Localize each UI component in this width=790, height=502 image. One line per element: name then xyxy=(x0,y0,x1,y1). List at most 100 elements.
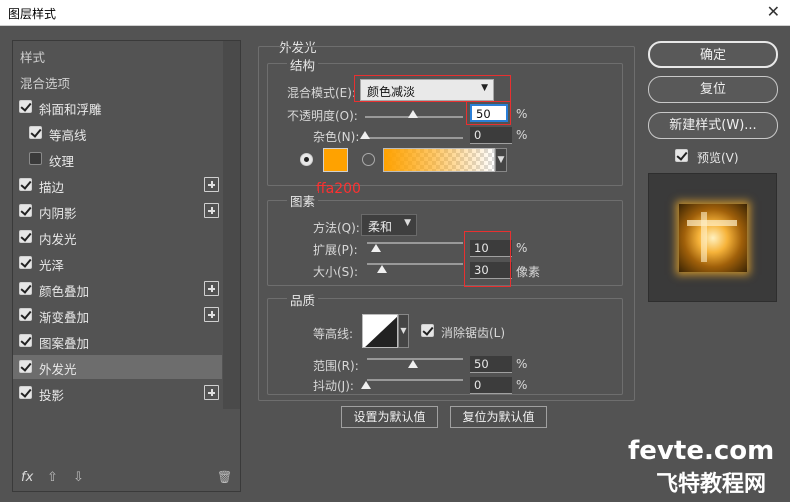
spread-slider-track[interactable] xyxy=(367,242,463,244)
style-item-label: 纹理 xyxy=(49,154,75,169)
blend-mode-label: 混合模式(E): xyxy=(287,86,356,100)
gradient-preview[interactable] xyxy=(383,148,495,172)
highlight-annotation xyxy=(464,231,511,287)
style-item-label: 图案叠加 xyxy=(39,336,90,351)
style-item-pattern-overlay[interactable]: 图案叠加 xyxy=(13,329,234,353)
style-item-label: 斜面和浮雕 xyxy=(39,102,102,117)
range-label: 范围(R): xyxy=(313,359,359,373)
preview-checkbox[interactable] xyxy=(675,149,688,162)
jitter-input[interactable]: 0 xyxy=(470,377,512,394)
satin-checkbox[interactable] xyxy=(19,256,32,269)
style-preview-thumbnail xyxy=(648,173,777,302)
style-item-label: 描边 xyxy=(39,180,65,195)
style-item-texture[interactable]: 纹理 xyxy=(13,147,234,171)
style-item-inner-shadow[interactable]: 内阴影 xyxy=(13,199,234,223)
jitter-slider-thumb[interactable] xyxy=(361,381,371,389)
reset-button[interactable]: 复位 xyxy=(648,76,778,103)
opacity-label: 不透明度(O): xyxy=(287,109,358,123)
drop-shadow-checkbox[interactable] xyxy=(19,386,32,399)
close-icon[interactable]: ✕ xyxy=(767,2,780,21)
title-bar: 图层样式 ✕ xyxy=(0,0,790,26)
size-unit: 像素 xyxy=(516,265,541,279)
highlight-annotation xyxy=(466,101,511,125)
add-inner-shadow-icon[interactable] xyxy=(204,203,219,218)
add-stroke-icon[interactable] xyxy=(204,177,219,192)
add-gradient-overlay-icon[interactable] xyxy=(204,307,219,322)
gradient-radio[interactable] xyxy=(362,153,375,166)
fx-icon[interactable]: fx xyxy=(21,470,33,485)
size-slider-thumb[interactable] xyxy=(377,265,387,273)
pattern-overlay-checkbox[interactable] xyxy=(19,334,32,347)
stroke-checkbox[interactable] xyxy=(19,178,32,191)
noise-input[interactable]: 0 xyxy=(470,127,512,144)
spread-label: 扩展(P): xyxy=(313,243,358,257)
glow-color-swatch[interactable] xyxy=(323,148,348,172)
style-item-color-overlay[interactable]: 颜色叠加 xyxy=(13,277,234,301)
style-item-satin[interactable]: 光泽 xyxy=(13,251,234,275)
ok-button[interactable]: 确定 xyxy=(648,41,778,68)
preview-glow-image xyxy=(679,204,747,272)
style-item-contour[interactable]: 等高线 xyxy=(13,121,234,145)
jitter-unit: % xyxy=(516,378,528,392)
range-slider-thumb[interactable] xyxy=(408,360,418,368)
method-label: 方法(Q): xyxy=(313,221,360,235)
noise-slider-track[interactable] xyxy=(365,137,463,139)
style-item-label: 内发光 xyxy=(39,232,77,247)
spread-unit: % xyxy=(516,241,528,255)
style-item-label: 光泽 xyxy=(39,258,65,273)
style-item-label: 投影 xyxy=(39,388,65,403)
contour-preview[interactable] xyxy=(362,314,398,348)
bevel-emboss-checkbox[interactable] xyxy=(19,100,32,113)
new-style-button[interactable]: 新建样式(W)... xyxy=(648,112,778,139)
add-drop-shadow-icon[interactable] xyxy=(204,385,219,400)
opacity-slider-thumb[interactable] xyxy=(408,110,418,118)
styles-list-footer: fx ⇧ ⇩ 🗑 xyxy=(13,466,241,492)
watermark-site-name: 飞特教程网 xyxy=(656,472,767,497)
style-item-label: 外发光 xyxy=(39,362,77,377)
style-item-inner-glow[interactable]: 内发光 xyxy=(13,225,234,249)
jitter-slider-track[interactable] xyxy=(367,379,463,381)
style-item-gradient-overlay[interactable]: 渐变叠加 xyxy=(13,303,234,327)
style-item-label: 颜色叠加 xyxy=(39,284,90,299)
gradient-overlay-checkbox[interactable] xyxy=(19,308,32,321)
highlight-annotation xyxy=(354,75,511,102)
solid-color-radio[interactable] xyxy=(300,153,313,166)
reset-default-button[interactable]: 复位为默认值 xyxy=(450,406,547,428)
inner-shadow-checkbox[interactable] xyxy=(19,204,32,217)
style-item-bevel-emboss[interactable]: 斜面和浮雕 xyxy=(13,95,234,119)
chevron-down-icon: ▼ xyxy=(404,218,411,228)
move-down-icon[interactable]: ⇩ xyxy=(73,470,84,485)
trash-icon[interactable]: 🗑 xyxy=(217,470,232,484)
range-input[interactable]: 50 xyxy=(470,356,512,373)
style-item-stroke[interactable]: 描边 xyxy=(13,173,234,197)
preview-label: 预览(V) xyxy=(697,151,739,165)
elements-title: 图素 xyxy=(287,191,319,210)
jitter-label: 抖动(J): xyxy=(313,379,354,393)
add-color-overlay-icon[interactable] xyxy=(204,281,219,296)
contour-checkbox[interactable] xyxy=(29,126,42,139)
move-up-icon[interactable]: ⇧ xyxy=(47,470,58,485)
gradient-dropdown-chevron-icon[interactable]: ▼ xyxy=(495,148,507,172)
blend-options-label: 混合选项 xyxy=(20,76,71,91)
style-item-label: 渐变叠加 xyxy=(39,310,90,325)
structure-title: 结构 xyxy=(287,55,319,74)
noise-slider-thumb[interactable] xyxy=(360,131,370,139)
blend-options-item[interactable]: 混合选项 xyxy=(13,69,234,93)
method-dropdown[interactable]: 柔和 ▼ xyxy=(361,214,417,236)
outer-glow-checkbox[interactable] xyxy=(19,360,32,373)
color-annotation: ffa200 xyxy=(316,181,361,197)
styles-header[interactable]: 样式 xyxy=(13,43,234,67)
noise-label: 杂色(N): xyxy=(313,130,360,144)
color-overlay-checkbox[interactable] xyxy=(19,282,32,295)
contour-dropdown-chevron-icon[interactable]: ▼ xyxy=(398,314,409,348)
style-item-outer-glow[interactable]: 外发光 xyxy=(13,355,222,379)
noise-unit: % xyxy=(516,128,528,142)
styles-header-label: 样式 xyxy=(20,50,46,65)
range-unit: % xyxy=(516,357,528,371)
make-default-button[interactable]: 设置为默认值 xyxy=(341,406,438,428)
texture-checkbox[interactable] xyxy=(29,152,42,165)
inner-glow-checkbox[interactable] xyxy=(19,230,32,243)
antialias-checkbox[interactable] xyxy=(421,324,434,337)
style-item-drop-shadow[interactable]: 投影 xyxy=(13,381,234,405)
spread-slider-thumb[interactable] xyxy=(371,244,381,252)
